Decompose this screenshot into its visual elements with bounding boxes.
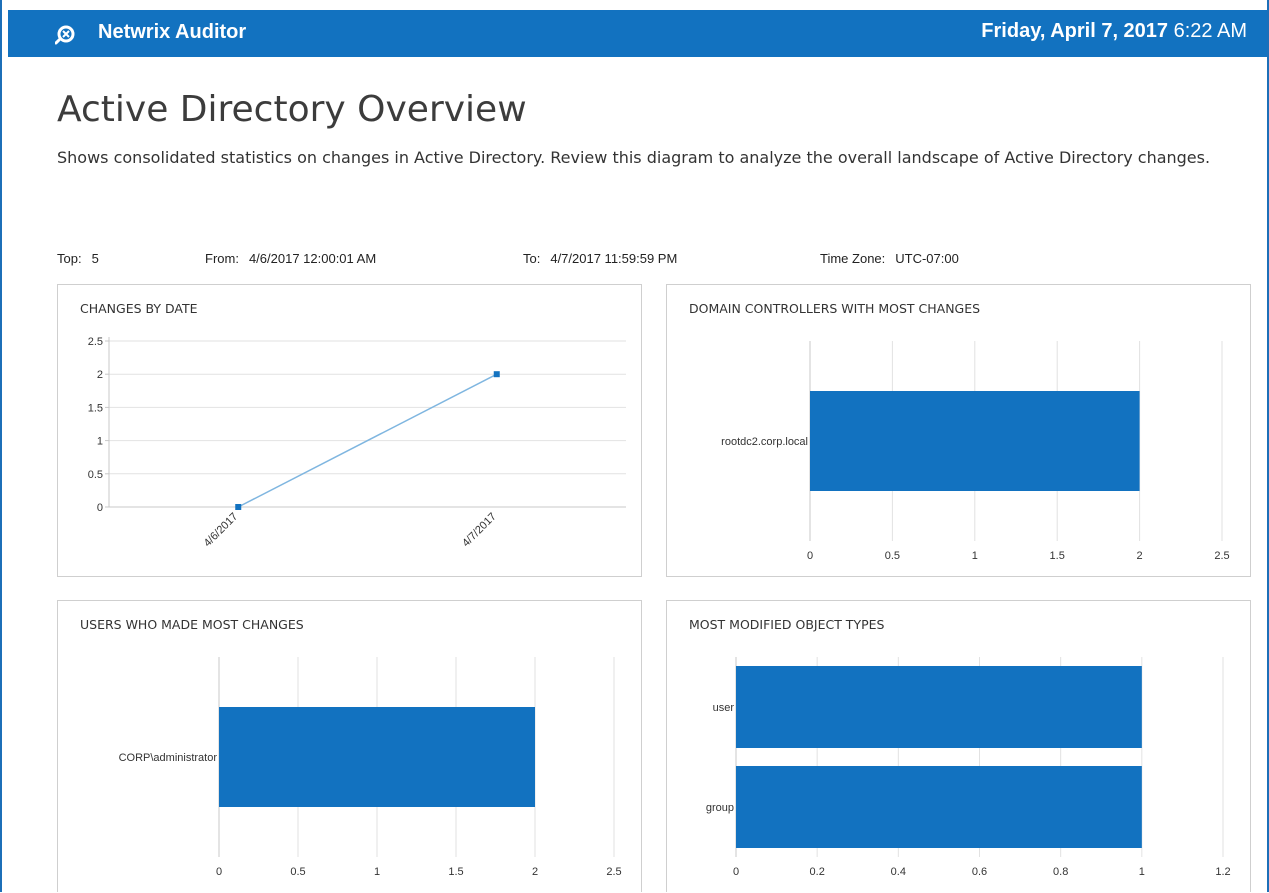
data-point: [235, 504, 242, 510]
x-tick-label: 1.5: [1050, 550, 1065, 562]
x-tick-label: 1.5: [448, 866, 463, 878]
y-tick-label: 2.5: [88, 336, 103, 348]
bar: [810, 391, 1140, 491]
y-tick-label: 2: [97, 369, 103, 381]
bar: [219, 707, 535, 807]
x-tick-label: 0: [216, 866, 222, 878]
y-tick-label: 1: [97, 436, 103, 448]
bar: [736, 666, 1142, 748]
category-label: user: [713, 702, 735, 714]
report-date: Friday, April 7, 2017: [981, 20, 1169, 42]
param-top-value: 5: [91, 251, 99, 266]
users-chart: 0 0.5 1 1.5 2 2.5 CORP\administrator: [119, 657, 622, 878]
app-header: Netwrix Auditor Friday, April 7, 2017 6:…: [8, 10, 1267, 57]
object-types-panel: MOST MODIFIED OBJECT TYPES 0 0.2 0.4 0.6 0.8…: [666, 600, 1251, 892]
domain-controllers-chart: 0 0.5 1 1.5 2 2.5 rootdc2.corp.local: [721, 341, 1230, 562]
x-tick-label: 0.5: [290, 866, 305, 878]
domain-controllers-panel: DOMAIN CONTROLLERS WITH MOST CHANGES 0 0.…: [666, 284, 1251, 577]
x-tick-label: 1: [1139, 866, 1145, 878]
x-tick-label: 0.8: [1053, 866, 1068, 878]
x-tick-label: 2.5: [606, 866, 621, 878]
x-tick-label: 1: [972, 550, 978, 562]
changes-by-date-panel: CHANGES BY DATE 0 0.5 1 1.5 2 2.5 4/6/2017 4/7/…: [57, 284, 642, 577]
param-from: From: 4/6/2017 12:00:01 AM: [205, 251, 376, 266]
page-title: Active Directory Overview: [57, 89, 527, 130]
x-tick-label: 0.5: [885, 550, 900, 562]
param-timezone-value: UTC-07:00: [895, 251, 959, 266]
y-tick-label: 0.5: [88, 469, 103, 481]
category-label: rootdc2.corp.local: [721, 436, 808, 448]
x-tick-label: 0: [733, 866, 739, 878]
object-types-chart: 0 0.2 0.4 0.6 0.8 1 1.2 user group: [706, 657, 1231, 878]
x-tick-label: 4/7/2017: [460, 511, 499, 550]
param-to: To: 4/7/2017 11:59:59 PM: [523, 251, 677, 266]
param-top: Top: 5: [57, 251, 99, 266]
y-tick-label: 1.5: [88, 402, 103, 414]
category-label: group: [706, 802, 734, 814]
data-point: [493, 371, 500, 378]
x-tick-label: 2: [1137, 550, 1143, 562]
param-to-label: To:: [523, 251, 541, 266]
bar: [736, 766, 1142, 848]
x-tick-label: 4/6/2017: [202, 511, 241, 550]
param-from-label: From:: [205, 251, 239, 266]
report-time: 6:22 AM: [1173, 20, 1247, 42]
users-panel: USERS WHO MADE MOST CHANGES 0 0.5 1 1.5 2 2.5…: [57, 600, 642, 892]
x-tick-label: 1: [374, 866, 380, 878]
changes-by-date-chart: 0 0.5 1 1.5 2 2.5 4/6/2017 4/7/2017: [88, 336, 626, 550]
x-tick-label: 0.4: [891, 866, 906, 878]
window-border-left: [0, 0, 2, 892]
x-tick-label: 2.5: [1214, 550, 1229, 562]
app-name: Netwrix Auditor: [98, 21, 247, 43]
x-tick-label: 0: [807, 550, 813, 562]
category-label: CORP\administrator: [119, 752, 218, 764]
param-top-label: Top:: [57, 251, 82, 266]
param-from-value: 4/6/2017 12:00:01 AM: [248, 251, 377, 266]
param-to-value: 4/7/2017 11:59:59 PM: [550, 251, 678, 266]
param-timezone: Time Zone: UTC-07:00: [820, 251, 959, 266]
x-tick-label: 0.6: [972, 866, 987, 878]
x-tick-label: 0.2: [810, 866, 825, 878]
x-tick-label: 1.2: [1215, 866, 1230, 878]
report-datetime: Friday, April 7, 2017 6:22 AM: [981, 19, 1247, 43]
param-timezone-label: Time Zone:: [820, 251, 886, 266]
x-tick-label: 2: [532, 866, 538, 878]
page-description: Shows consolidated statistics on changes…: [57, 148, 1211, 167]
y-tick-label: 0: [97, 502, 103, 514]
netwrix-logo-icon: [55, 25, 75, 45]
